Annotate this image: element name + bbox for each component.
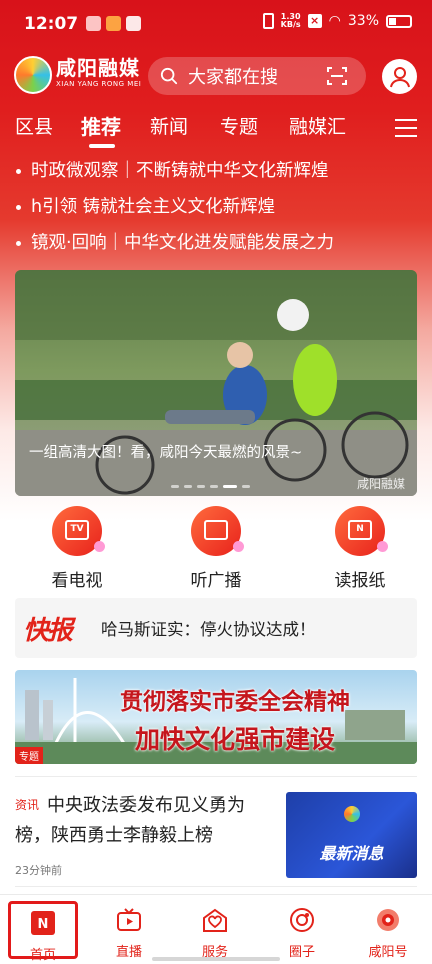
status-time: 12:07 bbox=[24, 14, 79, 34]
news-tag: 资讯 bbox=[15, 798, 40, 812]
notification-icons bbox=[86, 16, 141, 31]
search-placeholder: 大家都在搜 bbox=[188, 67, 278, 88]
divider bbox=[15, 776, 417, 777]
channel-tabs: 区县 推荐 新闻 专题 融媒汇 bbox=[0, 112, 432, 148]
bullet bbox=[16, 168, 21, 174]
live-tv-icon bbox=[117, 908, 141, 931]
tab-media-hub[interactable]: 融媒汇 bbox=[289, 112, 346, 142]
carousel-dots bbox=[171, 485, 250, 488]
carousel-banner[interactable]: 一组高清大图！看，咸阳今天最燃的风景~ 咸阳融媒 bbox=[15, 270, 417, 496]
app-notification-icon bbox=[86, 16, 101, 31]
nav-home[interactable]: N 首页 bbox=[8, 901, 78, 963]
quick-entry-label: 读报纸 bbox=[334, 571, 386, 591]
news-title: 资讯 中央政法委发布见义勇为榜，陕西勇士李静毅上榜 bbox=[15, 795, 246, 846]
news-time: 23分钟前 bbox=[15, 864, 62, 877]
banner-photo bbox=[15, 270, 417, 496]
channel-menu-icon[interactable] bbox=[394, 118, 418, 138]
brand-pinyin: XIAN YANG RONG MEI bbox=[56, 80, 142, 88]
banner-caption: 一组高清大图！看，咸阳今天最燃的风景~ bbox=[29, 445, 303, 461]
service-heart-icon bbox=[203, 908, 227, 932]
battery-icon bbox=[386, 14, 412, 28]
tab-topics[interactable]: 专题 bbox=[220, 112, 258, 142]
user-avatar[interactable] bbox=[382, 59, 417, 94]
circle-icon bbox=[290, 908, 314, 932]
special-topic-banner[interactable]: 贯彻落实市委全会精神 加快文化强市建设 专题 bbox=[15, 670, 417, 764]
status-bar: 12:07 1.30 KB/s × ◠ 33% bbox=[0, 0, 432, 48]
thumbnail-text: 最新消息 bbox=[319, 844, 384, 863]
home-icon: N bbox=[31, 911, 55, 935]
nav-service[interactable]: 服务 bbox=[172, 895, 258, 964]
nav-live[interactable]: 直播 bbox=[86, 895, 172, 964]
flash-news-tag: 快报 bbox=[23, 615, 73, 646]
headline-item[interactable]: h引领 铸就社会主义文化新辉煌 bbox=[16, 192, 426, 222]
flash-news[interactable]: 快报 哈马斯证实：停火协议达成！ bbox=[15, 598, 417, 658]
newspaper-icon: N bbox=[335, 506, 388, 556]
nav-xianyang-hao[interactable]: 咸阳号 bbox=[345, 895, 431, 964]
active-tab-indicator bbox=[89, 144, 115, 148]
quick-entry-newspaper[interactable]: N 读报纸 bbox=[305, 506, 415, 591]
app-notification-icon bbox=[126, 16, 141, 31]
nav-circle[interactable]: 圈子 bbox=[259, 895, 345, 964]
home-indicator bbox=[152, 957, 280, 961]
logo-icon bbox=[344, 806, 360, 822]
brand-name: 咸阳融媒 bbox=[56, 56, 140, 80]
radio-icon bbox=[191, 506, 244, 556]
tab-districts[interactable]: 区县 bbox=[15, 112, 53, 142]
quick-entry-tv[interactable]: TV 看电视 bbox=[22, 506, 132, 591]
user-icon bbox=[389, 66, 410, 87]
quick-entry-radio[interactable]: 听广播 bbox=[161, 506, 271, 591]
app-logo[interactable]: 咸阳融媒 XIAN YANG RONG MEI bbox=[14, 56, 141, 94]
wifi-icon: ◠ bbox=[328, 13, 341, 29]
status-indicators: 1.30 KB/s × ◠ 33% bbox=[262, 12, 412, 29]
bullet bbox=[16, 240, 21, 246]
quick-entry-label: 看电视 bbox=[51, 571, 103, 591]
tab-recommended[interactable]: 推荐 bbox=[81, 112, 121, 142]
divider bbox=[15, 886, 417, 887]
xianyang-logo-icon bbox=[377, 909, 399, 931]
app-notification-icon bbox=[106, 16, 121, 31]
search-input[interactable]: 大家都在搜 bbox=[148, 57, 366, 95]
bottom-navigation: N 首页 直播 服务 圈子 咸阳号 bbox=[0, 894, 432, 964]
headline-item[interactable]: 时政微观察｜不断铸就中华文化新辉煌 bbox=[16, 156, 426, 186]
logo-icon bbox=[14, 56, 52, 94]
bullet bbox=[16, 204, 21, 210]
news-thumbnail: 最新消息 bbox=[286, 792, 417, 878]
quick-entry-label: 听广播 bbox=[190, 571, 242, 591]
no-sim-icon: × bbox=[307, 14, 322, 28]
vibrate-icon bbox=[262, 13, 274, 29]
headline-item[interactable]: 镜观·回响｜中华文化进发赋能发展之力 bbox=[16, 228, 426, 258]
flash-news-text: 哈马斯证实：停火协议达成！ bbox=[101, 620, 316, 639]
scan-icon[interactable] bbox=[326, 65, 348, 87]
banner-watermark: 咸阳融媒 bbox=[356, 477, 405, 491]
special-title-line2: 加快文化强市建设 bbox=[134, 725, 335, 754]
tab-news[interactable]: 新闻 bbox=[150, 112, 188, 142]
battery-percent: 33% bbox=[347, 13, 379, 29]
news-list-item[interactable]: 资讯 中央政法委发布见义勇为榜，陕西勇士李静毅上榜 23分钟前 最新消息 bbox=[15, 784, 417, 882]
svg-text:N: N bbox=[38, 917, 49, 932]
topic-badge: 专题 bbox=[15, 747, 43, 764]
tv-icon: TV bbox=[52, 506, 105, 556]
network-speed: 1.30 KB/s bbox=[280, 12, 301, 29]
special-title-line1: 贯彻落实市委全会精神 bbox=[120, 688, 350, 715]
search-icon bbox=[160, 67, 178, 85]
